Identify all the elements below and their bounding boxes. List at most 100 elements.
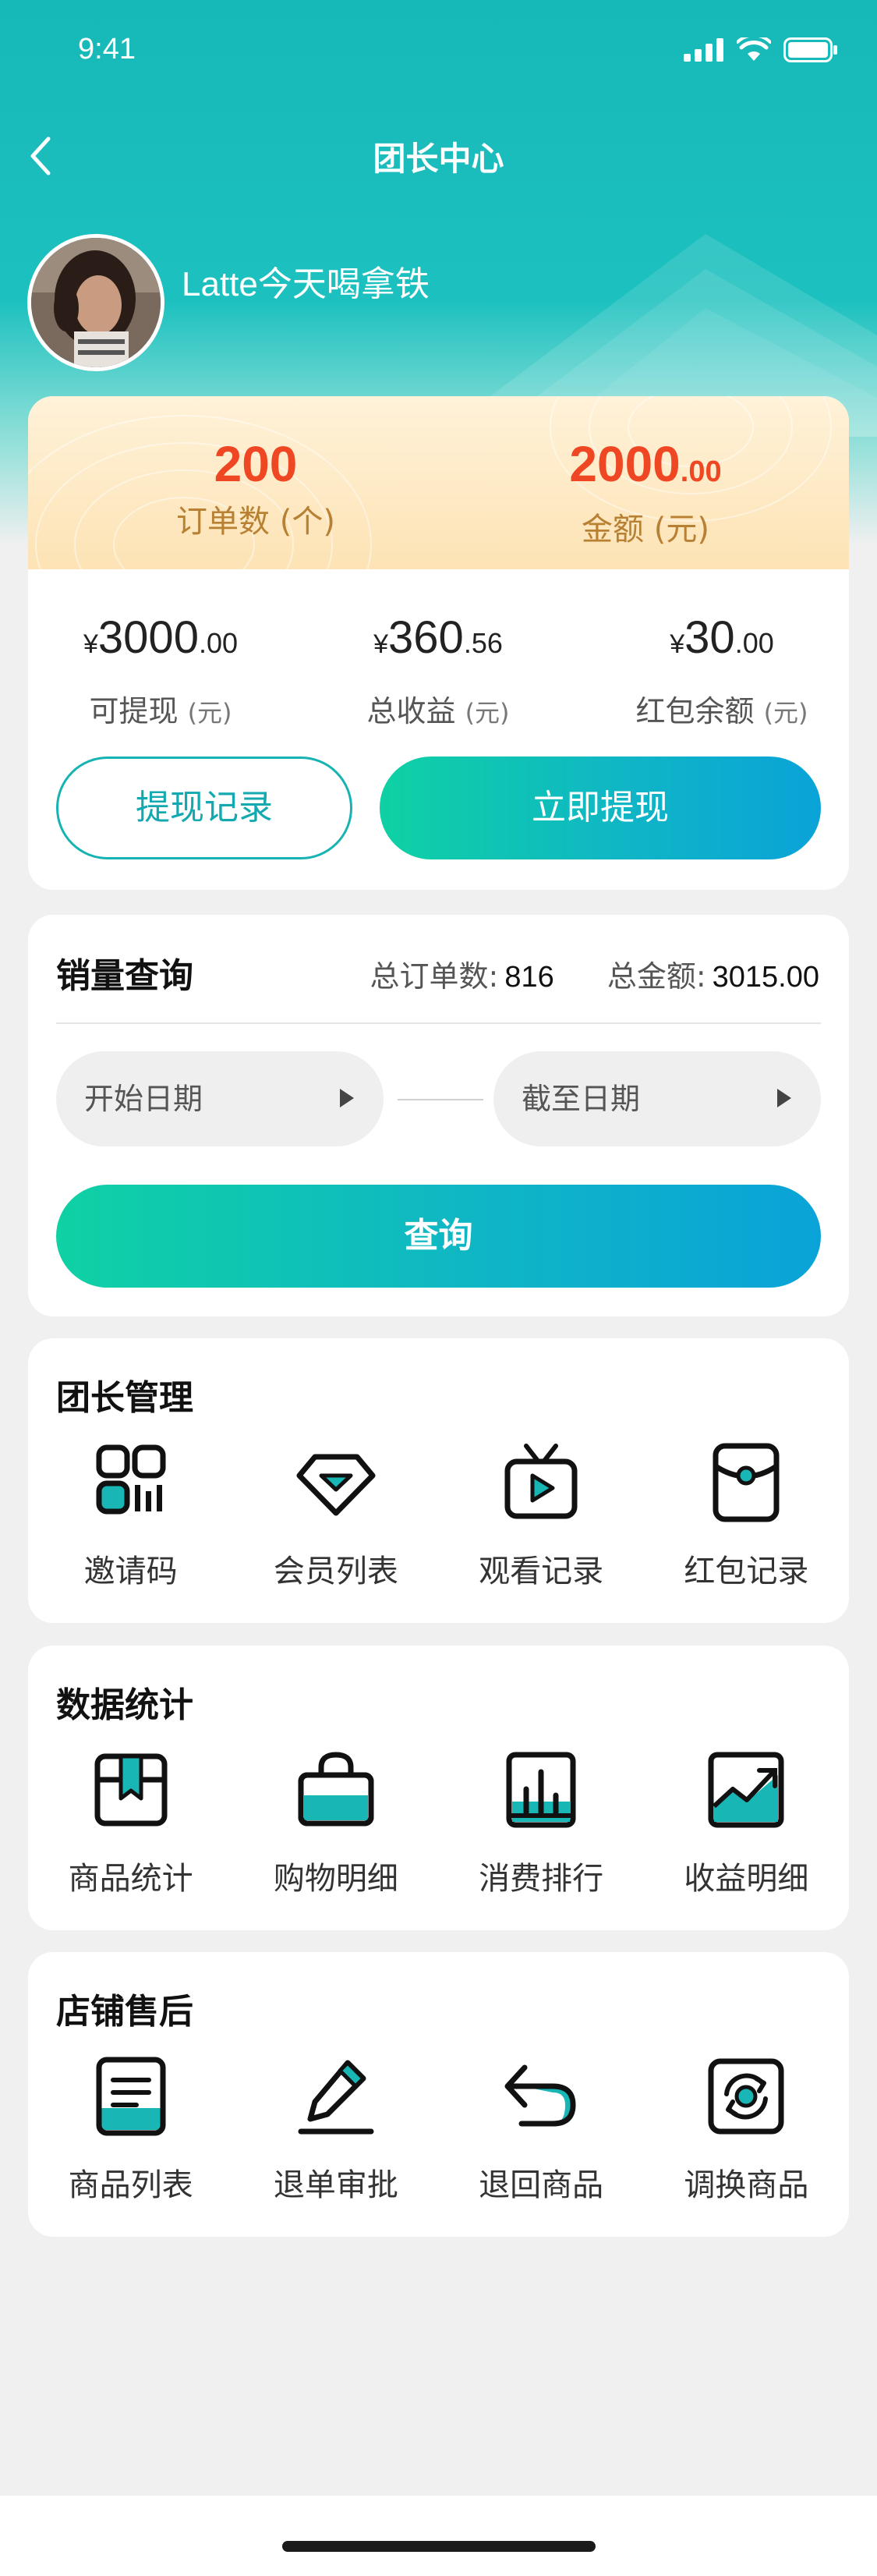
username: Latte今天喝拿铁 <box>182 265 430 303</box>
leader-management-card: 团长管理 邀请码 会员列表 观看记录 红包记录 <box>28 1338 849 1623</box>
menu-label: 观看记录 <box>479 1554 604 1589</box>
menu-item-refund-approval[interactable]: 退单审批 <box>233 2053 438 2205</box>
orders-count: 200 <box>214 436 298 492</box>
pencil-icon <box>298 2060 374 2135</box>
sales-query-card: 销量查询 总订单数: 816 总金额: 3015.00 开始日期 截至日期 查询 <box>28 915 849 1316</box>
menu-label: 商品列表 <box>68 2167 193 2203</box>
wallet-card: 200 订单数 (个) 2000.00 金额 (元) ¥3000.00 可提现 … <box>28 396 849 890</box>
menu-label: 退单审批 <box>273 2167 398 2203</box>
withdrawable-decimal: .00 <box>198 627 238 659</box>
menu-item-product-stats[interactable]: 商品统计 <box>28 1747 233 1898</box>
total-amount-value: 3015.00 <box>712 961 819 994</box>
menu-grid: 邀请码 会员列表 观看记录 红包记录 <box>28 1440 849 1591</box>
avatar[interactable] <box>27 234 164 371</box>
menu-item-member-list[interactable]: 会员列表 <box>233 1440 438 1591</box>
box-icon <box>94 1753 168 1827</box>
menu-item-red-packet-history[interactable]: 红包记录 <box>644 1440 849 1591</box>
menu-item-shopping-details[interactable]: 购物明细 <box>233 1747 438 1898</box>
bar-chart-icon <box>506 1752 576 1828</box>
start-date-placeholder: 开始日期 <box>84 1082 203 1116</box>
amount-stat: 2000.00 金额 (元) <box>490 437 801 549</box>
withdraw-now-button[interactable]: 立即提现 <box>380 757 821 859</box>
menu-item-exchange-goods[interactable]: 调换商品 <box>644 2053 849 2205</box>
menu-grid: 商品列表 退单审批 退回商品 调换商品 <box>28 2053 849 2205</box>
end-date-picker[interactable]: 截至日期 <box>493 1051 821 1146</box>
red-packet-label: 红包余额 (元) <box>605 687 839 730</box>
amount-decimal: .00 <box>680 455 722 488</box>
menu-grid: 商品统计 购物明细 消费排行 收益明细 <box>28 1747 849 1898</box>
amount-value: 2000.00 <box>490 437 801 499</box>
amount-int: 2000 <box>569 436 681 492</box>
total-income-stat: ¥360.56 总收益 (元) <box>321 613 555 730</box>
menu-label: 调换商品 <box>684 2167 809 2203</box>
data-statistics-card: 数据统计 商品统计 购物明细 消费排行 收益明细 <box>28 1646 849 1930</box>
date-range-separator <box>398 1099 483 1100</box>
nav-bar: 团长中心 <box>0 125 877 187</box>
red-packet-unit: (元) <box>763 698 808 728</box>
status-icons <box>684 37 838 62</box>
section-title: 店铺售后 <box>56 1992 193 2032</box>
total-income-label: 总收益 (元) <box>321 687 555 730</box>
red-packet-label-text: 红包余额 <box>635 694 755 728</box>
orders-stat: 200 订单数 (个) <box>100 437 412 541</box>
total-income-decimal: .56 <box>463 627 503 659</box>
section-title: 数据统计 <box>56 1685 193 1725</box>
currency-symbol: ¥ <box>670 629 685 659</box>
status-bar: 9:41 <box>0 0 877 109</box>
amount-label: 金额 (元) <box>582 512 709 547</box>
menu-label: 收益明细 <box>684 1861 809 1897</box>
tv-play-icon <box>504 1444 578 1519</box>
list-document-icon <box>96 2057 166 2136</box>
withdraw-history-button[interactable]: 提现记录 <box>56 757 352 859</box>
menu-item-income-details[interactable]: 收益明细 <box>644 1747 849 1898</box>
status-time: 9:41 <box>78 33 136 66</box>
caret-right-icon <box>777 1089 791 1107</box>
total-income-value: ¥360.56 <box>321 613 555 675</box>
withdrawable-value: ¥3000.00 <box>44 613 278 675</box>
menu-item-consumption-ranking[interactable]: 消费排行 <box>439 1747 644 1898</box>
red-packet-value: ¥30.00 <box>605 613 839 675</box>
menu-item-watch-history[interactable]: 观看记录 <box>439 1440 644 1591</box>
qr-code-icon <box>96 1444 166 1515</box>
withdrawable-label: 可提现 (元) <box>44 687 278 730</box>
page-title: 团长中心 <box>373 140 504 177</box>
red-envelope-icon <box>713 1443 780 1522</box>
divider <box>56 1022 821 1024</box>
menu-label: 消费排行 <box>479 1861 604 1897</box>
red-packet-stat: ¥30.00 红包余额 (元) <box>605 613 839 730</box>
start-date-picker[interactable]: 开始日期 <box>56 1051 384 1146</box>
wallet-summary-panel: 200 订单数 (个) 2000.00 金额 (元) <box>28 396 849 569</box>
menu-label: 退回商品 <box>479 2167 604 2203</box>
menu-item-product-list[interactable]: 商品列表 <box>28 2053 233 2205</box>
menu-label: 购物明细 <box>273 1861 398 1897</box>
section-title: 销量查询 <box>56 956 193 996</box>
withdrawable-stat: ¥3000.00 可提现 (元) <box>44 613 278 730</box>
currency-symbol: ¥ <box>83 629 98 659</box>
total-income-label-text: 总收益 <box>366 694 456 728</box>
shopping-bag-icon <box>298 1752 374 1827</box>
end-date-placeholder: 截至日期 <box>522 1082 641 1116</box>
menu-item-returned-goods[interactable]: 退回商品 <box>439 2053 644 2205</box>
orders-label: 订单数 (个) <box>176 504 335 540</box>
battery-icon <box>783 37 837 62</box>
total-income-int: 360 <box>388 612 464 663</box>
total-orders-value: 816 <box>504 961 554 994</box>
section-title: 团长管理 <box>56 1378 193 1418</box>
total-orders-label: 总订单数: <box>370 959 499 994</box>
total-income-unit: (元) <box>465 698 510 728</box>
exchange-icon <box>708 2058 784 2135</box>
menu-item-invite-code[interactable]: 邀请码 <box>28 1440 233 1591</box>
avatar-photo <box>31 238 161 367</box>
diamond-icon <box>296 1454 376 1516</box>
red-packet-decimal: .00 <box>734 627 774 659</box>
menu-label: 会员列表 <box>273 1554 398 1589</box>
caret-right-icon <box>340 1089 354 1107</box>
menu-label: 邀请码 <box>83 1554 178 1589</box>
home-indicator[interactable] <box>282 2541 596 2552</box>
withdrawable-int: 3000 <box>97 612 199 663</box>
menu-label: 红包记录 <box>684 1554 809 1589</box>
after-sales-card: 店铺售后 商品列表 退单审批 退回商品 调换商品 <box>28 1952 849 2237</box>
total-amount-label: 总金额: <box>606 959 706 994</box>
menu-label: 商品统计 <box>68 1861 193 1897</box>
query-button[interactable]: 查询 <box>56 1185 821 1288</box>
